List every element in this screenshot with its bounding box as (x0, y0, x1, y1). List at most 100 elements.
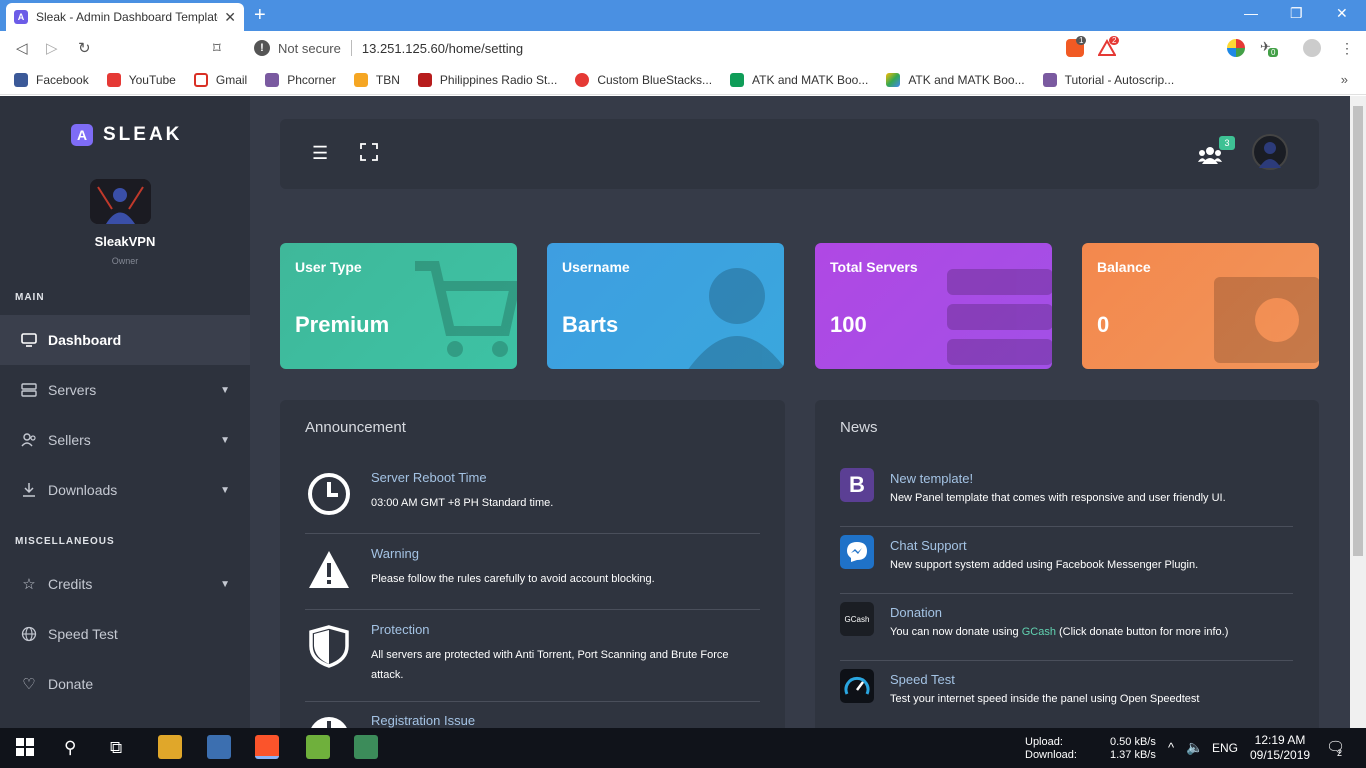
bookmark-facebook[interactable]: Facebook (14, 72, 89, 87)
language-indicator[interactable]: ENG (1212, 741, 1238, 755)
sidebar-item-downloads[interactable]: Downloads ▼ (0, 465, 250, 515)
network-app-icon[interactable] (207, 735, 231, 759)
restore-icon[interactable]: ❐ (1290, 5, 1303, 22)
bookmark-atk-2[interactable]: ATK and MATK Boo... (886, 72, 1025, 87)
panel-title: News (840, 419, 878, 436)
back-icon[interactable]: ◁ (16, 39, 28, 57)
url-text: 13.251.125.60/home/setting (361, 40, 524, 56)
phcorner-icon (265, 72, 280, 87)
announcement-item: Server Reboot Time 03:00 AM GMT +8 PH St… (305, 460, 760, 534)
clock[interactable]: 12:19 AM 09/15/2019 (1250, 733, 1310, 763)
search-icon[interactable]: ⚲ (64, 738, 76, 758)
bluestacks-app-icon[interactable] (306, 735, 330, 759)
extension-color-icon[interactable] (1227, 39, 1245, 57)
browser-tab[interactable]: A Sleak - Admin Dashboard Templaté ✕ (6, 3, 244, 31)
warning-icon (309, 551, 349, 588)
gcash-link[interactable]: GCash (1022, 626, 1056, 638)
brave-rewards-icon[interactable]: 2 (1097, 36, 1120, 57)
alert-circle-icon (311, 717, 347, 728)
bookmark-tutorial[interactable]: Tutorial - Autoscrip... (1042, 72, 1175, 87)
url-divider (350, 40, 352, 56)
stat-value: 0 (1097, 312, 1110, 337)
bookmark-gmail[interactable]: Gmail (193, 72, 248, 87)
bookmark-label: ATK and MATK Boo... (752, 72, 869, 87)
bookmarks-bar: Facebook YouTube Gmail Phcorner TBN Phil… (0, 65, 1366, 95)
close-tab-icon[interactable]: ✕ (224, 9, 236, 26)
sidebar-item-label: Dashboard (48, 332, 122, 348)
volume-icon[interactable]: 🔈 (1186, 739, 1203, 756)
network-speed-values: 0.50 kB/s 1.37 kB/s (1110, 736, 1156, 762)
announcement-item: Registration Issue (305, 703, 760, 728)
chevron-down-icon: ▼ (220, 484, 230, 496)
sleak-logo-icon: A (71, 124, 93, 146)
sidebar-item-speed-test[interactable]: Speed Test (0, 609, 250, 659)
panel-title: Announcement (305, 419, 406, 436)
money-icon (1214, 277, 1319, 363)
address-bar[interactable]: ! Not secure 13.251.125.60/home/setting (244, 35, 1209, 61)
news-item: GCash Donation You can now donate using … (840, 594, 1293, 661)
announcement-title: Warning (371, 546, 419, 561)
sidebar-item-sellers[interactable]: Sellers ▼ (0, 415, 250, 465)
announcement-item: Protection All servers are protected wit… (305, 612, 760, 702)
notification-icon[interactable]: 🗨 (1326, 738, 1345, 756)
page-scrollbar[interactable] (1350, 96, 1366, 728)
users-group-icon[interactable] (1198, 146, 1222, 169)
bookmark-tbn[interactable]: TBN (353, 72, 400, 87)
bookmark-bluestacks[interactable]: Custom BlueStacks... (575, 72, 712, 87)
vpn-app-icon[interactable] (354, 735, 378, 759)
sidebar-item-servers[interactable]: Servers ▼ (0, 365, 250, 415)
window-close-icon[interactable]: ✕ (1336, 5, 1348, 22)
announcement-title: Registration Issue (371, 713, 476, 728)
forward-icon[interactable]: ▷ (46, 39, 58, 57)
section-main: MAIN (15, 292, 45, 303)
brave-shield-icon[interactable]: 1 (1066, 36, 1087, 57)
bookmark-label: Tutorial - Autoscrip... (1064, 72, 1175, 87)
stat-label: Balance (1097, 259, 1151, 275)
server-icon (20, 381, 38, 399)
bookmark-radio[interactable]: Philippines Radio St... (417, 72, 557, 87)
stat-label: Username (562, 259, 630, 275)
bookmark-icon[interactable]: ⌑ (213, 39, 221, 57)
speedometer-icon (840, 669, 874, 703)
profile-icon[interactable] (1303, 39, 1321, 57)
new-tab-icon[interactable]: + (254, 4, 266, 27)
stat-value: 100 (830, 312, 867, 337)
sidebar-item-credits[interactable]: ☆ Credits ▼ (0, 559, 250, 609)
info-icon[interactable]: ! (254, 40, 270, 56)
brave-browser-icon[interactable] (255, 735, 279, 759)
brand-logo[interactable]: A SLEAK (71, 124, 182, 146)
file-explorer-icon[interactable] (158, 735, 182, 759)
reload-icon[interactable]: ↻ (78, 39, 91, 57)
task-view-icon[interactable]: ⧉ (110, 738, 122, 758)
minimize-icon[interactable]: — (1244, 5, 1258, 21)
extension-airplane-icon[interactable]: ✈ 0 (1260, 39, 1279, 57)
browser-toolbar: ◁ ▷ ↻ ⌑ ! Not secure 13.251.125.60/home/… (0, 31, 1366, 65)
section-miscellaneous: MISCELLANEOUS (15, 536, 115, 547)
menu-kebab-icon[interactable]: ⋮ (1338, 39, 1356, 57)
shield-icon (309, 625, 349, 668)
sidebar-item-label: Credits (48, 576, 93, 592)
browser-tabbar: A Sleak - Admin Dashboard Templaté ✕ + —… (0, 0, 1366, 31)
fullscreen-icon[interactable] (360, 143, 378, 166)
scrollbar-thumb[interactable] (1353, 106, 1363, 556)
bookmark-phcorner[interactable]: Phcorner (265, 72, 336, 87)
bookmark-label: TBN (375, 72, 400, 87)
windows-start-icon[interactable] (16, 738, 34, 761)
tbn-icon (353, 72, 368, 87)
server-rack-icon (947, 269, 1052, 365)
sidebar-item-dashboard[interactable]: Dashboard (0, 315, 250, 365)
chevron-up-icon[interactable]: ^ (1168, 740, 1174, 755)
bookmark-atk-1[interactable]: ATK and MATK Boo... (730, 72, 869, 87)
upload-label: Upload: (1025, 736, 1063, 748)
hamburger-menu-icon[interactable]: ☰ (312, 143, 328, 164)
user-avatar[interactable] (1252, 134, 1288, 170)
sidebar-item-label: Speed Test (48, 626, 118, 642)
bookmark-label: Gmail (215, 72, 248, 87)
bookmark-youtube[interactable]: YouTube (106, 72, 176, 87)
stat-value: Barts (562, 312, 619, 337)
more-bookmarks-icon[interactable]: » (1341, 72, 1348, 87)
sidebar-item-donate[interactable]: ♡ Donate (0, 659, 250, 709)
top-navbar: ☰ 3 (280, 119, 1319, 189)
upload-value: 0.50 kB/s (1110, 736, 1156, 748)
profile-avatar[interactable] (90, 179, 151, 224)
